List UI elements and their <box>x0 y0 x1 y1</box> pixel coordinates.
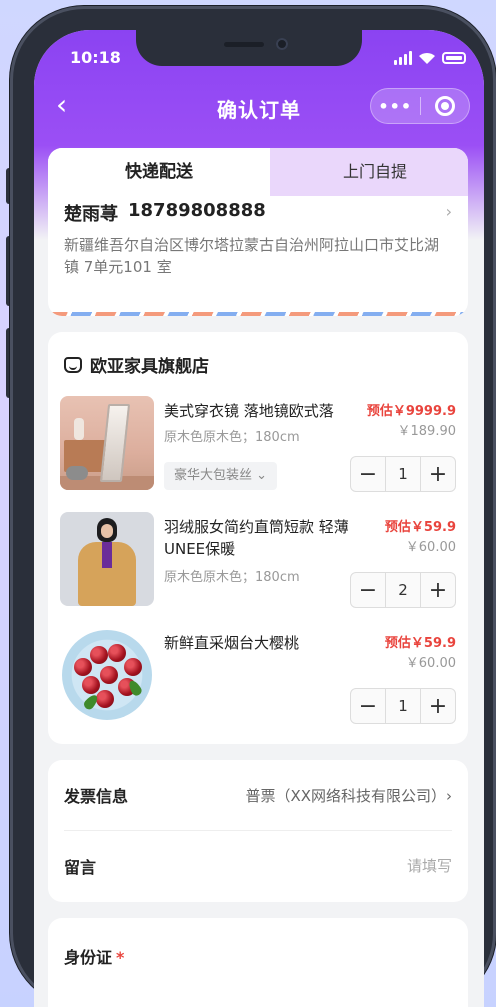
status-icons <box>394 51 466 65</box>
quantity-stepper: − 1 + <box>350 456 456 492</box>
product-image-mirror <box>60 396 154 490</box>
original-price: ￥60.00 <box>405 540 456 555</box>
status-time: 10:18 <box>70 48 121 67</box>
message-label: 留言 <box>64 857 97 877</box>
store-name: 欧亚家具旗舰店 <box>90 357 209 377</box>
order-item: 美式穿衣镜 落地镜欧式落 原木色原木色；180cm 预估￥9999.9 ￥189… <box>60 396 456 506</box>
product-spec: 原木色原木色；180cm <box>164 430 300 445</box>
estimated-price: 预估￥59.9 <box>384 636 456 651</box>
order-item: 新鲜直采烟台大樱桃 预估￥59.9 ￥60.00 − 1 + <box>60 628 456 738</box>
product-image-down-jacket <box>60 512 154 606</box>
order-info-card: 发票信息 普票（XX网络科技有限公司）› 留言 请填写 <box>48 760 468 902</box>
airmail-border <box>48 312 468 316</box>
target-icon <box>434 96 455 116</box>
original-price: ￥189.90 <box>397 424 457 439</box>
recipient-phone: 18789808888 <box>128 200 266 221</box>
product-title: 新鲜直采烟台大樱桃 <box>164 634 300 652</box>
signal-icon <box>394 51 412 65</box>
delivery-tabs: 上门自提 快递配送 <box>48 148 468 196</box>
quantity-value[interactable]: 1 <box>385 457 421 491</box>
id-card-section: 身份证 * <box>48 918 468 1007</box>
id-card-row: 身份证 * <box>64 944 124 968</box>
mini-program-capsule: ••• <box>370 88 470 124</box>
message-input[interactable]: 请填写 <box>407 855 452 876</box>
wifi-icon <box>419 52 435 64</box>
more-icon[interactable]: ••• <box>371 97 420 116</box>
product-image-cherries <box>60 628 154 722</box>
invoice-row[interactable]: 发票信息 普票（XX网络科技有限公司）› <box>64 760 452 830</box>
store-card: 欧亚家具旗舰店 美式穿衣镜 落地镜欧式落 原木色原木色；180cm 预估￥999… <box>48 332 468 744</box>
message-row: 留言 请填写 <box>64 830 452 900</box>
chevron-right-icon: › <box>445 202 452 221</box>
decrease-button[interactable]: − <box>351 573 385 607</box>
required-mark: * <box>116 948 125 967</box>
product-spec: 原木色原木色；180cm <box>164 570 300 585</box>
close-mini-program-button[interactable] <box>420 96 469 116</box>
store-header: 欧亚家具旗舰店 <box>64 352 209 377</box>
invoice-value: 普票（XX网络科技有限公司）› <box>245 786 452 805</box>
increase-button[interactable]: + <box>421 457 455 491</box>
decrease-button[interactable]: − <box>351 689 385 723</box>
estimated-price: 预估￥9999.9 <box>366 404 456 419</box>
delivery-address-card: 上门自提 快递配送 楚雨荨 18789808888 › 新疆维吾尔自治区博尔塔拉… <box>48 148 468 316</box>
tab-express[interactable]: 快递配送 <box>48 148 270 196</box>
increase-button[interactable]: + <box>421 573 455 607</box>
phone-screen: 10:18 ‹ 确认订单 ••• 上门自提 快递配送 楚雨荨 187898088… <box>34 30 484 1007</box>
tab-pickup[interactable]: 上门自提 <box>254 148 468 196</box>
address-block[interactable]: 楚雨荨 18789808888 › 新疆维吾尔自治区博尔塔拉蒙古自治州阿拉山口市… <box>64 200 452 278</box>
status-bar: 10:18 <box>34 48 484 72</box>
shop-icon <box>64 356 82 373</box>
estimated-price: 预估￥59.9 <box>384 520 456 535</box>
quantity-value[interactable]: 1 <box>385 689 421 723</box>
decrease-button[interactable]: − <box>351 457 385 491</box>
increase-button[interactable]: + <box>421 689 455 723</box>
id-card-label: 身份证 <box>64 948 113 967</box>
product-title: 羽绒服女简约直筒短款 轻薄 UNEE保暖 <box>164 518 349 558</box>
quantity-stepper: − 2 + <box>350 572 456 608</box>
battery-icon <box>442 52 466 64</box>
original-price: ￥60.00 <box>405 656 456 671</box>
invoice-label: 发票信息 <box>64 787 129 806</box>
order-item: 羽绒服女简约直筒短款 轻薄 UNEE保暖 原木色原木色；180cm 预估￥59.… <box>60 512 456 622</box>
recipient-line: 楚雨荨 18789808888 <box>64 200 452 226</box>
address-detail: 新疆维吾尔自治区博尔塔拉蒙古自治州阿拉山口市艾比湖镇 7单元101 室 <box>64 236 440 276</box>
quantity-value[interactable]: 2 <box>385 573 421 607</box>
nav-bar: ‹ 确认订单 ••• <box>34 88 484 128</box>
quantity-stepper: − 1 + <box>350 688 456 724</box>
recipient-name: 楚雨荨 <box>64 204 118 225</box>
product-title: 美式穿衣镜 落地镜欧式落 <box>164 402 334 420</box>
package-option-dropdown[interactable]: 豪华大包装丝 ⌄ <box>164 462 278 490</box>
